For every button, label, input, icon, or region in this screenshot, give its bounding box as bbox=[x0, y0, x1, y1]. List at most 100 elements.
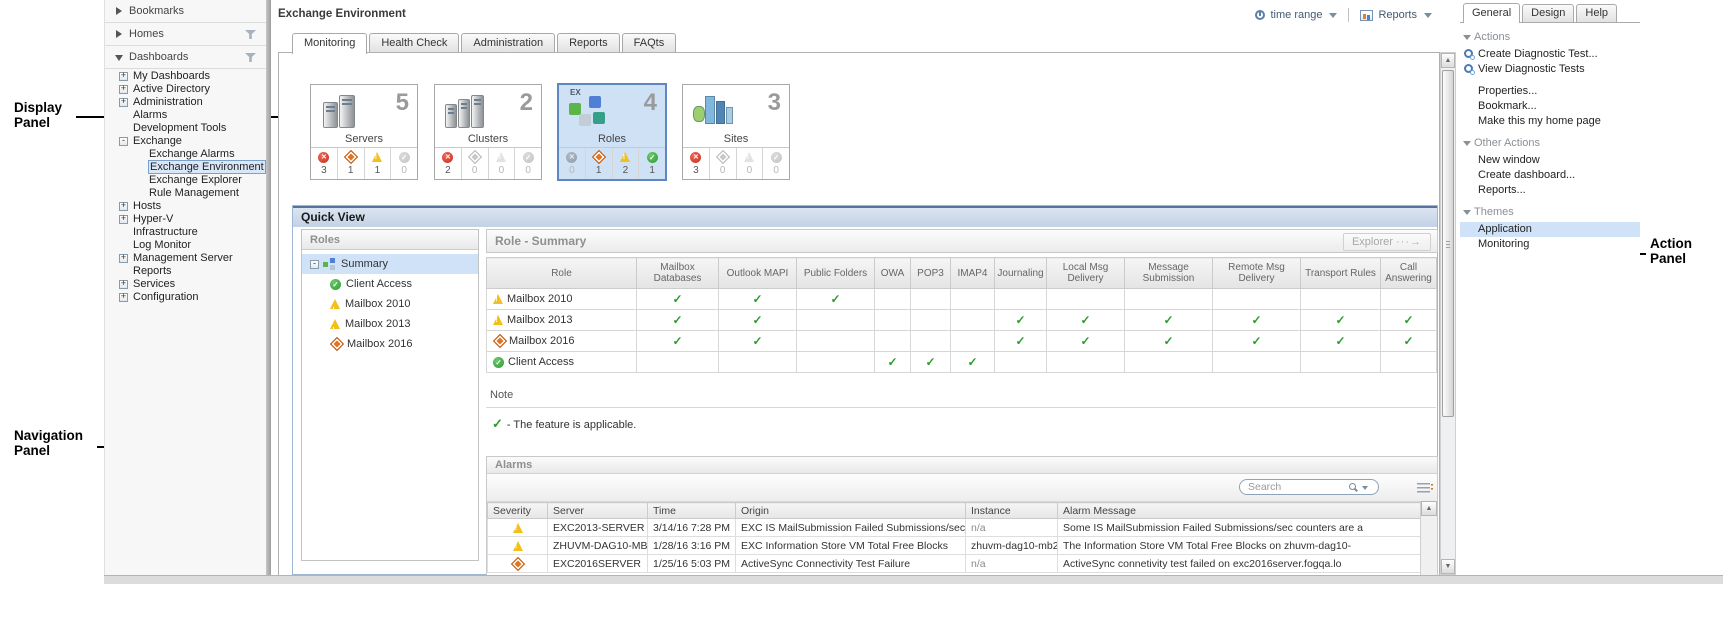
column-header[interactable]: Journaling bbox=[995, 258, 1047, 289]
warning-status[interactable]: 1 bbox=[365, 148, 392, 179]
column-header[interactable]: Mailbox Databases bbox=[637, 258, 719, 289]
action-view-diagnostic-tests[interactable]: View Diagnostic Tests bbox=[1460, 62, 1640, 77]
expand-icon[interactable] bbox=[119, 280, 128, 289]
nav-item-exchange-environment[interactable]: Exchange Environment bbox=[105, 161, 266, 174]
column-header[interactable]: Time bbox=[648, 503, 736, 519]
action-make-home-page[interactable]: Make this my home page bbox=[1460, 114, 1640, 129]
nav-item-active-directory[interactable]: Active Directory bbox=[105, 83, 266, 96]
column-header[interactable]: Outlook MAPI bbox=[719, 258, 797, 289]
explorer-button[interactable]: Explorer ···→ bbox=[1343, 233, 1431, 251]
collapse-icon[interactable] bbox=[310, 260, 319, 269]
roles-tree-mailbox-2010[interactable]: Mailbox 2010 bbox=[302, 294, 478, 314]
tab-monitoring[interactable]: Monitoring bbox=[292, 33, 367, 54]
customizer-icon[interactable] bbox=[1417, 483, 1430, 493]
chevron-down-icon[interactable] bbox=[1424, 13, 1432, 18]
critical-status[interactable]: 1 bbox=[338, 148, 365, 179]
theme-application[interactable]: Application bbox=[1460, 222, 1640, 237]
nav-item-services[interactable]: Services bbox=[105, 278, 266, 291]
nav-item-rule-management[interactable]: Rule Management bbox=[105, 187, 266, 200]
roles-tree-summary[interactable]: Summary bbox=[302, 254, 478, 274]
table-row[interactable]: Mailbox 2010 ✓ ✓ ✓ bbox=[487, 289, 1437, 310]
warning-status[interactable]: 2 bbox=[613, 148, 640, 179]
alarms-scrollbar[interactable]: ▲ bbox=[1420, 501, 1437, 575]
column-header[interactable]: Role bbox=[487, 258, 637, 289]
section-actions[interactable]: Actions bbox=[1460, 31, 1640, 43]
table-row[interactable]: ZHUVM-DAG10-MB2 1/28/16 3:16 PM EXC Info… bbox=[488, 537, 1423, 555]
expand-icon[interactable] bbox=[119, 72, 128, 81]
column-header[interactable]: Remote Msg Delivery bbox=[1213, 258, 1301, 289]
expand-icon[interactable] bbox=[119, 215, 128, 224]
tab-reports[interactable]: Reports bbox=[557, 33, 620, 52]
nav-item-infrastructure[interactable]: Infrastructure bbox=[105, 226, 266, 239]
critical-status[interactable]: 0 bbox=[710, 148, 737, 179]
normal-status[interactable]: 0 bbox=[515, 148, 541, 179]
column-header[interactable]: Severity bbox=[488, 503, 548, 519]
main-scrollbar[interactable]: ▲ ▼ bbox=[1440, 52, 1456, 575]
nav-item-hosts[interactable]: Hosts bbox=[105, 200, 266, 213]
warning-status[interactable]: 0 bbox=[737, 148, 764, 179]
table-row[interactable]: EXC2013-SERVER 3/14/16 7:28 PM EXC IS Ma… bbox=[488, 519, 1423, 537]
column-header[interactable]: Transport Rules bbox=[1301, 258, 1381, 289]
nav-section-homes[interactable]: Homes bbox=[105, 23, 266, 46]
tab-help[interactable]: Help bbox=[1576, 4, 1617, 22]
action-new-window[interactable]: New window bbox=[1460, 153, 1640, 168]
column-header[interactable]: Instance bbox=[966, 503, 1058, 519]
table-row[interactable]: EXC2016SERVER 1/25/16 5:03 PM ActiveSync… bbox=[488, 555, 1423, 573]
expand-icon[interactable] bbox=[119, 254, 128, 263]
warning-status[interactable]: 0 bbox=[489, 148, 516, 179]
panel-splitter[interactable] bbox=[266, 0, 271, 575]
normal-status[interactable]: 0 bbox=[391, 148, 417, 179]
section-other-actions[interactable]: Other Actions bbox=[1460, 137, 1640, 149]
action-create-dashboard[interactable]: Create dashboard... bbox=[1460, 168, 1640, 183]
nav-item-log-monitor[interactable]: Log Monitor bbox=[105, 239, 266, 252]
action-properties[interactable]: Properties... bbox=[1460, 84, 1640, 99]
column-header[interactable]: IMAP4 bbox=[951, 258, 995, 289]
tab-faqts[interactable]: FAQts bbox=[622, 33, 677, 52]
action-bookmark[interactable]: Bookmark... bbox=[1460, 99, 1640, 114]
search-input[interactable] bbox=[1239, 479, 1379, 495]
tile-sites[interactable]: 3 Sites 3 0 0 0 bbox=[682, 84, 790, 180]
time-range-button[interactable]: time range bbox=[1270, 9, 1322, 21]
column-header[interactable]: POP3 bbox=[911, 258, 951, 289]
column-header[interactable]: OWA bbox=[875, 258, 911, 289]
nav-item-reports[interactable]: Reports bbox=[105, 265, 266, 278]
horizontal-scrollbar[interactable] bbox=[104, 575, 1723, 584]
tile-servers[interactable]: 5 Servers 3 1 1 0 bbox=[310, 84, 418, 180]
tile-roles[interactable]: EX 4 Roles 0 1 2 1 bbox=[557, 83, 667, 181]
tile-clusters[interactable]: 2 Clusters 2 0 0 0 bbox=[434, 84, 542, 180]
critical-status[interactable]: 0 bbox=[462, 148, 489, 179]
critical-status[interactable]: 1 bbox=[586, 148, 613, 179]
nav-item-my-dashboards[interactable]: My Dashboards bbox=[105, 70, 266, 83]
tab-design[interactable]: Design bbox=[1522, 4, 1574, 22]
scrollbar-thumb[interactable] bbox=[1442, 70, 1454, 417]
nav-item-exchange[interactable]: Exchange bbox=[105, 135, 266, 148]
expand-icon[interactable] bbox=[119, 85, 128, 94]
action-create-diagnostic-test[interactable]: Create Diagnostic Test... bbox=[1460, 47, 1640, 62]
collapse-icon[interactable] bbox=[119, 137, 128, 146]
chevron-down-icon[interactable] bbox=[1329, 13, 1337, 18]
fatal-status[interactable]: 3 bbox=[683, 148, 710, 179]
fatal-status[interactable]: 3 bbox=[311, 148, 338, 179]
table-row[interactable]: Client Access ✓ ✓ ✓ bbox=[487, 352, 1437, 373]
filter-icon[interactable] bbox=[245, 53, 256, 62]
fatal-status[interactable]: 2 bbox=[435, 148, 462, 179]
column-header[interactable]: Message Submission bbox=[1125, 258, 1213, 289]
nav-item-management-server[interactable]: Management Server bbox=[105, 252, 266, 265]
expand-icon[interactable] bbox=[119, 202, 128, 211]
tab-administration[interactable]: Administration bbox=[461, 33, 555, 52]
scroll-up-icon[interactable]: ▲ bbox=[1441, 53, 1455, 68]
roles-tree-mailbox-2013[interactable]: Mailbox 2013 bbox=[302, 314, 478, 334]
nav-item-configuration[interactable]: Configuration bbox=[105, 291, 266, 304]
nav-item-alarms[interactable]: Alarms bbox=[105, 109, 266, 122]
fatal-status[interactable]: 0 bbox=[559, 148, 586, 179]
normal-status[interactable]: 0 bbox=[763, 148, 789, 179]
section-themes[interactable]: Themes bbox=[1460, 206, 1640, 218]
column-header[interactable]: Alarm Message bbox=[1058, 503, 1423, 519]
column-header[interactable]: Server bbox=[548, 503, 648, 519]
nav-section-dashboards[interactable]: Dashboards bbox=[105, 46, 266, 69]
table-row[interactable]: Mailbox 2016 ✓ ✓ ✓ ✓ ✓ ✓ ✓ ✓ bbox=[487, 331, 1437, 352]
column-header[interactable]: Call Answering bbox=[1381, 258, 1437, 289]
filter-icon[interactable] bbox=[245, 30, 256, 39]
roles-tree-client-access[interactable]: Client Access bbox=[302, 274, 478, 294]
reports-button[interactable]: Reports bbox=[1378, 9, 1417, 21]
